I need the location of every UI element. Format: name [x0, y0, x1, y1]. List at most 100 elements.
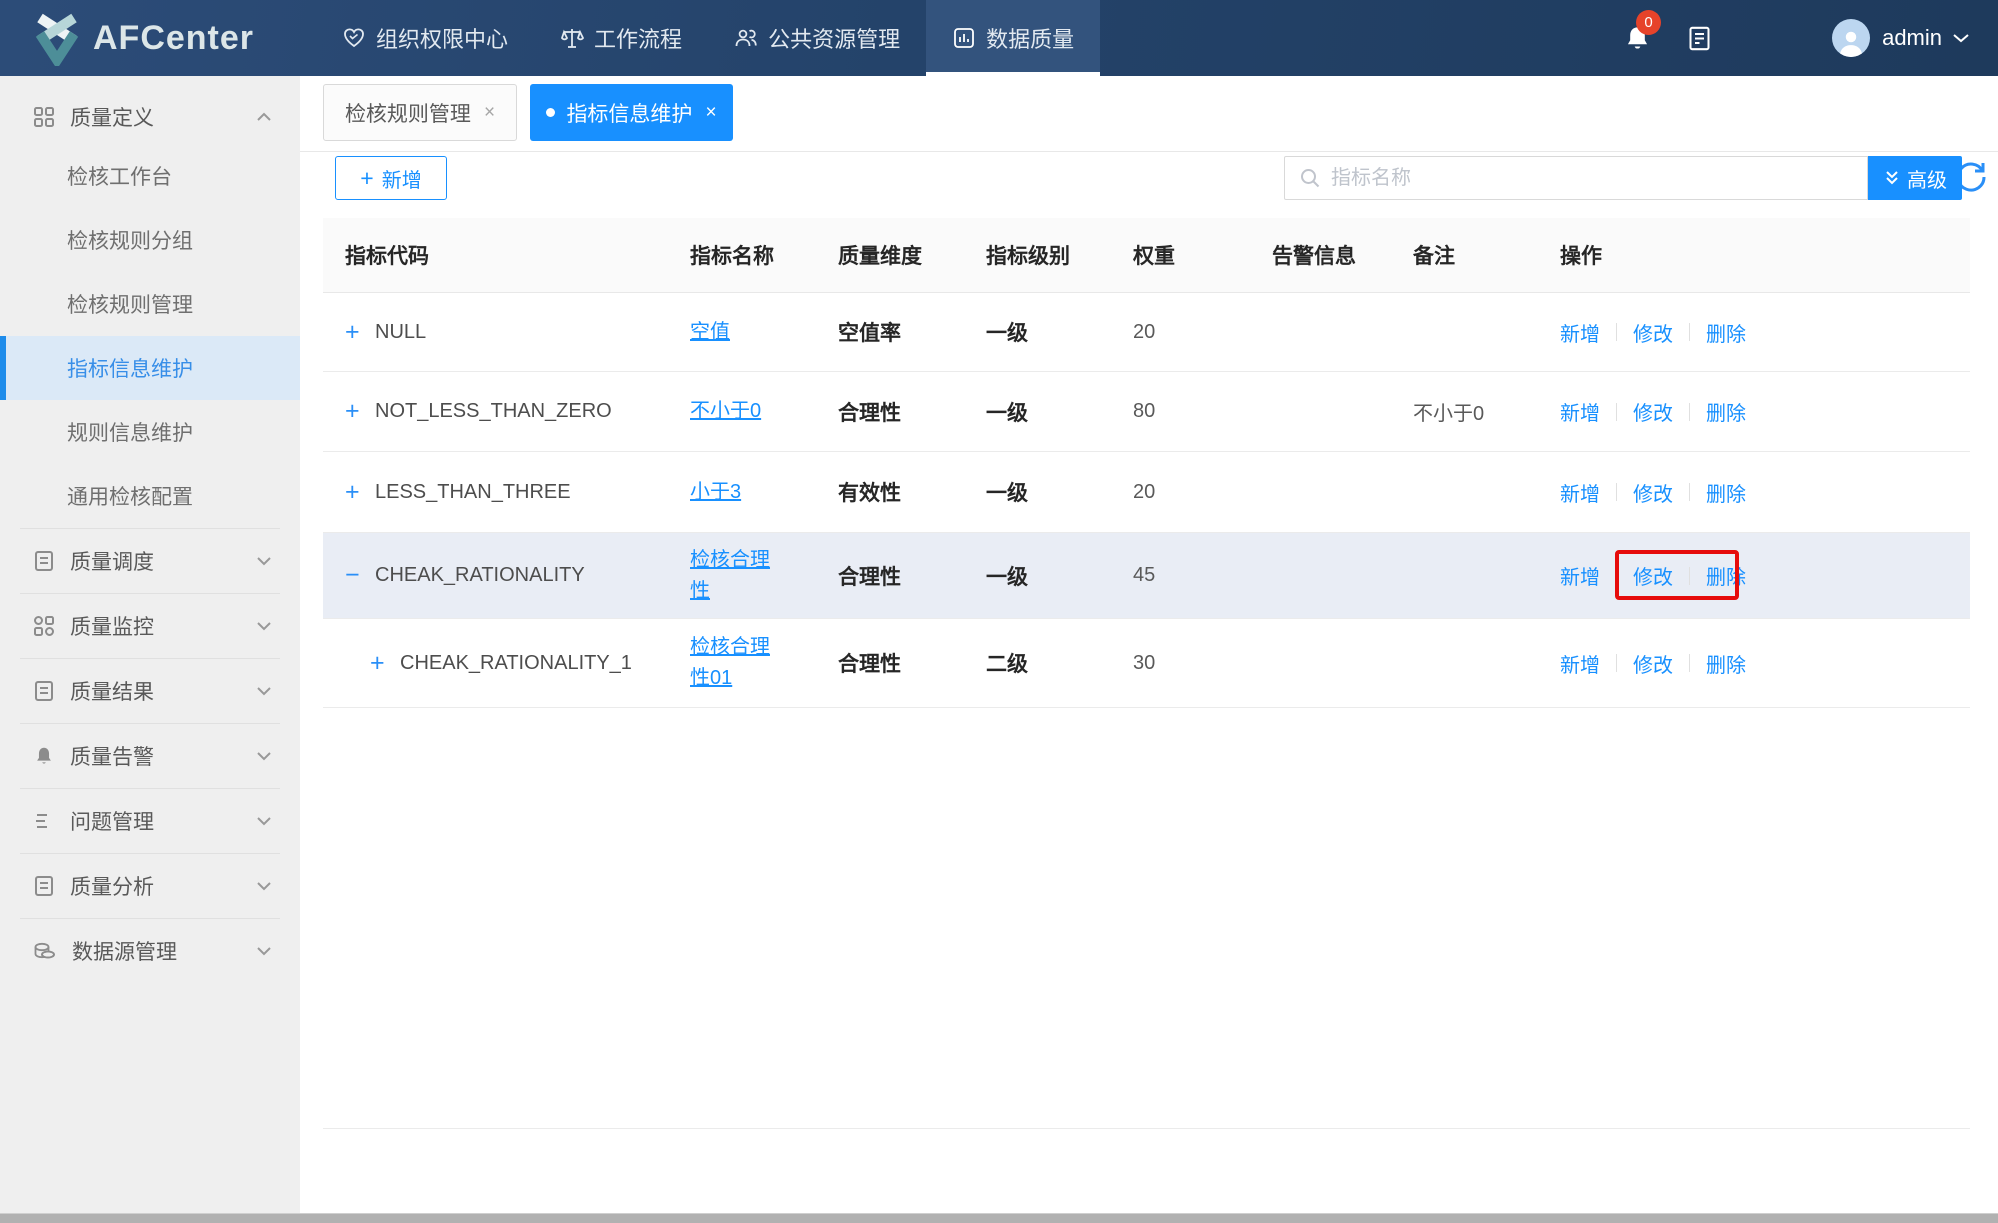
- nav-item-label: 工作流程: [594, 22, 682, 54]
- row-delete-link[interactable]: 删除: [1706, 561, 1746, 590]
- nav-item-label: 数据质量: [986, 22, 1074, 54]
- sidebar-group-quality-schedule[interactable]: 质量调度: [0, 529, 300, 593]
- indicator-name-link[interactable]: 检核合理性01: [690, 632, 782, 694]
- indicator-name-link[interactable]: 不小于0: [690, 396, 761, 427]
- tab-label: 检核规则管理: [345, 98, 471, 128]
- sidebar-group-label: 质量告警: [70, 741, 154, 771]
- nav-item-label: 公共资源管理: [768, 22, 900, 54]
- table-row: + NOT_LESS_THAN_ZERO 不小于0 合理性 一级 80 不小于0…: [323, 372, 1970, 452]
- sidebar-item-label: 检核规则分组: [67, 225, 193, 255]
- collapse-minus-icon[interactable]: −: [345, 561, 375, 590]
- indicator-name-link[interactable]: 检核合理性: [690, 545, 782, 607]
- search-icon: [1299, 167, 1321, 189]
- sidebar-group-quality-analysis[interactable]: 质量分析: [0, 854, 300, 918]
- divider: [1689, 483, 1690, 501]
- sidebar-group-label: 质量分析: [70, 871, 154, 901]
- col-header-dimension: 质量维度: [838, 240, 986, 270]
- table-row: + NULL 空值 空值率 一级 20 新增 修改 删除: [323, 293, 1970, 372]
- document-icon: [33, 550, 55, 572]
- indicator-name-link[interactable]: 小于3: [690, 477, 741, 508]
- divider: [1616, 654, 1617, 672]
- sidebar-group-label: 质量定义: [70, 102, 154, 132]
- row-edit-link[interactable]: 修改: [1633, 478, 1673, 507]
- chevron-down-icon: [256, 946, 272, 956]
- row-add-link[interactable]: 新增: [1560, 318, 1600, 347]
- row-add-link[interactable]: 新增: [1560, 478, 1600, 507]
- chevron-down-icon: [256, 556, 272, 566]
- add-button[interactable]: + 新增: [335, 156, 447, 200]
- sidebar-item-indicator-info[interactable]: 指标信息维护: [0, 336, 300, 400]
- notification-badge: 0: [1636, 10, 1661, 35]
- chevron-down-icon[interactable]: [1952, 32, 1970, 44]
- main-content: 检核规则管理 × 指标信息维护 × + 新增: [300, 76, 1998, 1223]
- row-delete-link[interactable]: 删除: [1706, 318, 1746, 347]
- table-bottom-border: [323, 1128, 1970, 1129]
- row-edit-link[interactable]: 修改: [1633, 318, 1673, 347]
- sidebar-group-label: 数据源管理: [72, 936, 177, 966]
- username[interactable]: admin: [1882, 25, 1942, 51]
- scale-icon: [560, 26, 584, 50]
- sidebar-item-label: 检核规则管理: [67, 289, 193, 319]
- sidebar-item-general-check-config[interactable]: 通用检核配置: [0, 464, 300, 528]
- document-icon[interactable]: [1687, 25, 1712, 52]
- sidebar-group-quality-result[interactable]: 质量结果: [0, 659, 300, 723]
- chevron-down-icon: [256, 621, 272, 631]
- weight: 45: [1133, 564, 1272, 587]
- divider: [1616, 483, 1617, 501]
- indicator-name-link[interactable]: 空值: [690, 317, 730, 348]
- row-add-link[interactable]: 新增: [1560, 561, 1600, 590]
- sidebar-group-datasource-management[interactable]: 数据源管理: [0, 919, 300, 983]
- expand-plus-icon[interactable]: +: [345, 318, 375, 347]
- row-add-link[interactable]: 新增: [1560, 649, 1600, 678]
- nav-item-workflow[interactable]: 工作流程: [534, 0, 708, 76]
- expand-plus-icon[interactable]: +: [345, 478, 375, 507]
- weight: 20: [1133, 481, 1272, 504]
- tab-indicator-info-active[interactable]: 指标信息维护 ×: [530, 84, 733, 141]
- avatar[interactable]: [1832, 19, 1870, 57]
- notification-bell[interactable]: 0: [1624, 24, 1651, 52]
- tab-rule-management[interactable]: 检核规则管理 ×: [323, 84, 517, 141]
- sidebar-item-rule-management[interactable]: 检核规则管理: [0, 272, 300, 336]
- sidebar-group-issue-management[interactable]: 问题管理: [0, 789, 300, 853]
- quality-dimension: 有效性: [838, 477, 986, 507]
- app-root: AFCenter 组织权限中心: [0, 0, 1998, 1223]
- row-edit-link[interactable]: 修改: [1633, 561, 1673, 590]
- sidebar-item-label: 检核工作台: [67, 161, 172, 191]
- sidebar-item-rule-group[interactable]: 检核规则分组: [0, 208, 300, 272]
- sidebar-item-check-workbench[interactable]: 检核工作台: [0, 144, 300, 208]
- search-input[interactable]: [1331, 167, 1771, 190]
- expand-plus-icon[interactable]: +: [345, 397, 375, 426]
- close-icon[interactable]: ×: [484, 102, 495, 124]
- nav-item-data-quality[interactable]: 数据质量: [926, 0, 1100, 76]
- close-icon[interactable]: ×: [705, 102, 716, 124]
- chevron-down-icon: [256, 686, 272, 696]
- row-edit-link[interactable]: 修改: [1633, 397, 1673, 426]
- row-add-link[interactable]: 新增: [1560, 397, 1600, 426]
- sidebar-group-quality-alert[interactable]: 质量告警: [0, 724, 300, 788]
- sidebar-item-label: 通用检核配置: [67, 481, 193, 511]
- row-edit-link[interactable]: 修改: [1633, 649, 1673, 678]
- nav-item-org-permission[interactable]: 组织权限中心: [316, 0, 534, 76]
- indicator-table: 指标代码 指标名称 质量维度 指标级别 权重 告警信息 备注 操作 + NULL…: [323, 218, 1970, 708]
- sidebar-group-quality-monitor[interactable]: 质量监控: [0, 594, 300, 658]
- indicator-level: 一级: [986, 317, 1133, 347]
- advanced-button[interactable]: 高级: [1868, 156, 1962, 200]
- indicator-level: 一级: [986, 477, 1133, 507]
- tab-label: 指标信息维护: [566, 98, 692, 128]
- row-delete-link[interactable]: 删除: [1706, 478, 1746, 507]
- top-nav: AFCenter 组织权限中心: [0, 0, 1998, 76]
- horizontal-scrollbar[interactable]: [0, 1213, 1998, 1223]
- nav-item-public-resource[interactable]: 公共资源管理: [708, 0, 926, 76]
- sidebar-group-label: 质量结果: [70, 676, 154, 706]
- col-header-weight: 权重: [1133, 240, 1272, 270]
- expand-plus-icon[interactable]: +: [370, 649, 400, 678]
- row-delete-link[interactable]: 删除: [1706, 397, 1746, 426]
- active-dot-icon: [546, 108, 555, 117]
- table-row-child: + CHEAK_RATIONALITY_1 检核合理性01 合理性 二级 30 …: [323, 619, 1970, 708]
- sidebar-group-quality-definition[interactable]: 质量定义: [0, 90, 300, 144]
- sidebar-item-rule-info[interactable]: 规则信息维护: [0, 400, 300, 464]
- row-delete-link[interactable]: 删除: [1706, 649, 1746, 678]
- grid-icon: [33, 615, 55, 637]
- divider: [1616, 403, 1617, 421]
- divider: [1616, 567, 1617, 585]
